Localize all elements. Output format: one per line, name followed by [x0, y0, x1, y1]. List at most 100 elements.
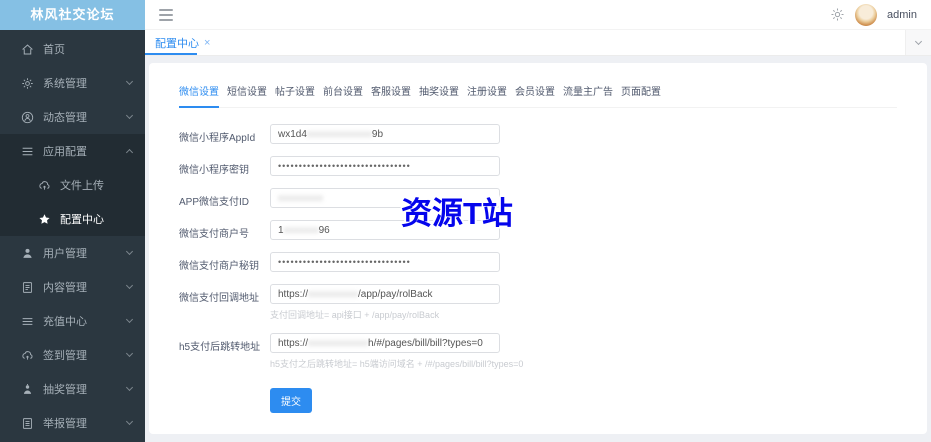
tab-member-settings[interactable]: 会员设置 — [515, 80, 555, 107]
page-content: 微信设置 短信设置 帖子设置 前台设置 客服设置 抽奖设置 注册设置 会员设置 … — [145, 56, 931, 442]
form-row: 微信支付商户号 1 xxxxxxx 96 — [179, 220, 897, 240]
home-icon — [21, 43, 34, 56]
chevron-down-icon — [125, 315, 134, 324]
field-label: 微信支付回调地址 — [179, 293, 259, 304]
sidebar-item-label: 用户管理 — [43, 248, 87, 260]
tab-page-config[interactable]: 页面配置 — [621, 80, 661, 107]
sidebar-item-label: 抽奖管理 — [43, 384, 87, 396]
sidebar-menu: 首页 系统管理 动态管理 应用配置 文件上传 配置中心 用户管理 内容管理 充值… — [0, 30, 145, 442]
chevron-down-icon — [125, 77, 134, 86]
user-icon — [21, 247, 34, 260]
value-prefix: wx1d4 — [278, 128, 307, 140]
sidebar-item-lottery[interactable]: 抽奖管理 — [0, 372, 145, 406]
value-redacted: xxxxxxxxx — [278, 192, 323, 204]
value-suffix: h/#/pages/bill/bill?types=0 — [368, 337, 483, 349]
sidebar-item-users[interactable]: 用户管理 — [0, 236, 145, 270]
sidebar-item-home[interactable]: 首页 — [0, 32, 145, 66]
field-label: h5支付后跳转地址 — [179, 342, 261, 353]
tab-lottery-settings[interactable]: 抽奖设置 — [419, 80, 459, 107]
settings-tabs: 微信设置 短信设置 帖子设置 前台设置 客服设置 抽奖设置 注册设置 会员设置 … — [179, 80, 897, 108]
merchant-id-input[interactable]: 1 xxxxxxx 96 — [270, 220, 500, 240]
tag-config-center[interactable]: 配置中心 × — [145, 35, 220, 51]
sidebar-item-content[interactable]: 内容管理 — [0, 270, 145, 304]
field-label: 微信支付商户号 — [179, 229, 249, 240]
main-area: admin 配置中心 × 微信设置 短信设置 帖子设置 前台设置 客服设置 抽奖… — [145, 0, 931, 442]
app-wechat-pay-id-input[interactable]: xxxxxxxxx — [270, 188, 500, 208]
submit-button[interactable]: 提交 — [270, 388, 312, 413]
chevron-down-icon — [125, 417, 134, 426]
value-redacted: xxxxxxx — [283, 224, 319, 236]
chevron-down-icon — [125, 383, 134, 392]
list-icon — [21, 315, 34, 328]
value-redacted: xxxxxxxxxxxx — [308, 337, 369, 349]
field-label: APP微信支付ID — [179, 197, 250, 208]
tab-traffic-ads[interactable]: 流量主广告 — [563, 80, 613, 107]
tab-service-settings[interactable]: 客服设置 — [371, 80, 411, 107]
sidebar-item-config-center[interactable]: 配置中心 — [0, 202, 145, 236]
masked-password: •••••••••••••••••••••••••••••••• — [278, 257, 411, 267]
gear-icon — [21, 77, 34, 90]
field-helper-text: h5支付之后跳转地址= h5端访问域名 + /#/pages/bill/bill… — [270, 359, 524, 369]
tab-wechat-settings[interactable]: 微信设置 — [179, 80, 219, 108]
chevron-up-icon — [125, 148, 134, 157]
wechat-settings-form: 微信小程序AppId wx1d4 xxxxxxxxxxxxx 9b 微信小程序密钥 … — [179, 124, 897, 413]
form-row: h5支付后跳转地址 https://xxxxxxxxxxxx h/#/pages/… — [179, 333, 897, 370]
collapse-sidebar-button[interactable] — [159, 8, 173, 21]
header-right: admin — [830, 3, 917, 26]
h5-redirect-url-input[interactable]: https://xxxxxxxxxxxx h/#/pages/bill/bill?… — [270, 333, 500, 353]
lottery-person-icon — [21, 383, 34, 396]
sidebar-item-dynamic[interactable]: 动态管理 — [0, 100, 145, 134]
sidebar-item-label: 举报管理 — [43, 418, 87, 430]
user-avatar[interactable] — [855, 3, 878, 26]
masked-password: •••••••••••••••••••••••••••••••• — [278, 161, 411, 171]
sidebar-item-label: 配置中心 — [60, 214, 104, 226]
pay-callback-url-input[interactable]: https://xxxxxxxxxx/app/pay/rolBack — [270, 284, 500, 304]
sidebar-item-label: 充值中心 — [43, 316, 87, 328]
app-logo-title: 林风社交论坛 — [0, 0, 145, 30]
miniprogram-appid-input[interactable]: wx1d4 xxxxxxxxxxxxx 9b — [270, 124, 500, 144]
tab-frontend-settings[interactable]: 前台设置 — [323, 80, 363, 107]
person-circle-icon — [21, 111, 34, 124]
value-redacted: xxxxxxxxxxxxx — [306, 128, 372, 140]
sidebar-item-label: 动态管理 — [43, 112, 87, 124]
sidebar-item-report[interactable]: 举报管理 — [0, 406, 145, 440]
miniprogram-secret-input[interactable]: •••••••••••••••••••••••••••••••• — [270, 156, 500, 176]
field-label: 微信支付商户秘钥 — [179, 261, 259, 272]
cloud-upload-icon — [21, 349, 34, 362]
active-tag-underline — [145, 53, 197, 55]
report-document-icon — [21, 417, 34, 430]
value-suffix: 96 — [318, 224, 330, 236]
sidebar-item-file-upload[interactable]: 文件上传 — [0, 168, 145, 202]
tab-post-settings[interactable]: 帖子设置 — [275, 80, 315, 107]
merchant-secret-input[interactable]: •••••••••••••••••••••••••••••••• — [270, 252, 500, 272]
sidebar-item-label: 签到管理 — [43, 350, 87, 362]
chevron-down-icon — [125, 111, 134, 120]
tab-register-settings[interactable]: 注册设置 — [467, 80, 507, 107]
sidebar-item-recharge[interactable]: 充值中心 — [0, 304, 145, 338]
value-suffix: 9b — [371, 128, 384, 140]
settings-gear-icon[interactable] — [830, 7, 845, 22]
settings-card: 微信设置 短信设置 帖子设置 前台设置 客服设置 抽奖设置 注册设置 会员设置 … — [149, 63, 927, 434]
value-suffix: /app/pay/rolBack — [358, 288, 433, 300]
document-icon — [21, 281, 34, 294]
tab-sms-settings[interactable]: 短信设置 — [227, 80, 267, 107]
sidebar-item-system[interactable]: 系统管理 — [0, 66, 145, 100]
top-header: admin — [145, 0, 931, 30]
chevron-down-icon — [914, 37, 923, 46]
tag-label: 配置中心 — [155, 37, 199, 50]
sidebar-item-checkin[interactable]: 签到管理 — [0, 338, 145, 372]
sidebar-item-label: 内容管理 — [43, 282, 87, 294]
menu-lines-icon — [21, 145, 34, 158]
field-helper-text: 支付回调地址= api接口 + /app/pay/rolBack — [270, 310, 440, 320]
tags-dropdown-button[interactable] — [905, 30, 931, 55]
cloud-upload-icon — [38, 179, 51, 192]
sidebar-item-label: 系统管理 — [43, 78, 87, 90]
field-label: 微信小程序AppId — [179, 133, 256, 144]
close-tag-icon[interactable]: × — [204, 37, 210, 49]
sidebar-item-label: 首页 — [43, 44, 65, 56]
sidebar-item-app-config[interactable]: 应用配置 — [0, 134, 145, 168]
chevron-down-icon — [125, 281, 134, 290]
form-row: APP微信支付ID xxxxxxxxx — [179, 188, 897, 208]
value-redacted: xxxxxxxxxx — [308, 288, 359, 300]
value-prefix: https:// — [278, 288, 309, 300]
